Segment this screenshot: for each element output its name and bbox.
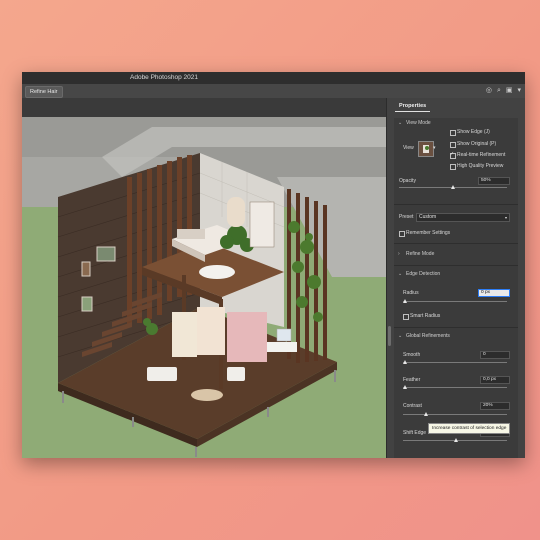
document-canvas[interactable] [22, 117, 386, 458]
view-mode-thumbnail[interactable] [418, 141, 434, 157]
show-edge-checkbox[interactable] [450, 130, 456, 136]
view-dropdown-arrow-icon[interactable]: ▾ [433, 145, 436, 152]
toolbar-icons: ◎ ⌕ ▣ ▾ [486, 86, 521, 96]
contrast-slider-thumb[interactable] [424, 412, 428, 416]
contrast-field[interactable]: 20% [480, 402, 510, 410]
opacity-label: Opacity [399, 178, 416, 184]
show-edge-label: Show Edge (J) [457, 129, 490, 135]
shift-edge-label: Shift Edge [403, 430, 427, 436]
high-quality-preview-checkbox[interactable] [450, 164, 456, 170]
radius-slider-track[interactable] [403, 301, 507, 302]
smooth-field[interactable]: 0 [480, 351, 510, 359]
tab-properties[interactable]: Properties [395, 101, 431, 112]
collapse-view-mode-icon[interactable]: ⌄ [398, 120, 402, 127]
smooth-slider-thumb[interactable] [403, 360, 407, 364]
feather-slider-thumb[interactable] [403, 385, 407, 389]
window-title: Adobe Photoshop 2021 [130, 74, 198, 81]
remember-settings-checkbox[interactable] [399, 231, 405, 237]
smart-radius-label: Smart Radius [410, 313, 441, 319]
chevron-down-icon: ▾ [504, 215, 507, 220]
view-label: View [403, 145, 414, 151]
contrast-tooltip: Increase contrast of selection edge [428, 423, 511, 434]
radius-field[interactable]: 0 px [478, 289, 510, 297]
preset-label: Preset [399, 214, 414, 220]
user-icon[interactable]: ◎ [486, 86, 492, 96]
radius-label: Radius [403, 290, 419, 296]
workspace-icon[interactable]: ▣ [506, 86, 513, 96]
divider [394, 204, 518, 205]
radius-slider-thumb[interactable] [403, 299, 407, 303]
high-quality-preview-label: High Quality Preview [457, 163, 504, 169]
contrast-slider-track[interactable] [403, 414, 507, 415]
panel-scrollbar[interactable] [388, 326, 391, 346]
chevron-down-icon[interactable]: ▾ [517, 86, 521, 96]
remember-settings-label: Remember Settings [406, 230, 451, 236]
refine-hair-button[interactable]: Refine Hair [25, 86, 63, 98]
smooth-slider-track[interactable] [403, 362, 507, 363]
feather-field[interactable]: 0,0 px [480, 376, 510, 384]
view-mode-heading: View Mode [406, 120, 431, 126]
edge-detection-heading[interactable]: Edge Detection [406, 271, 440, 278]
expand-refine-mode-icon[interactable]: › [398, 251, 400, 258]
real-time-refinement-checkbox[interactable] [450, 151, 456, 159]
global-refinements-heading[interactable]: Global Refinements [406, 333, 450, 340]
smooth-label: Smooth [403, 352, 421, 358]
preset-value: Custom [419, 214, 437, 220]
divider [394, 327, 518, 328]
feather-label: Feather [403, 377, 421, 383]
opacity-field[interactable]: 50% [478, 177, 510, 185]
title-bar: Adobe Photoshop 2021 [22, 72, 525, 84]
refine-mode-heading[interactable]: Refine Mode [406, 251, 434, 258]
collapse-global-refinements-icon[interactable]: ⌄ [398, 333, 402, 340]
shift-edge-slider-thumb[interactable] [454, 438, 458, 442]
search-icon[interactable]: ⌕ [497, 86, 501, 96]
smart-radius-checkbox[interactable] [403, 314, 409, 320]
divider [394, 243, 518, 244]
divider [394, 265, 518, 266]
feather-slider-track[interactable] [403, 387, 507, 388]
contrast-label: Contrast [403, 403, 422, 409]
options-bar: Refine Hair ◎ ⌕ ▣ ▾ [22, 84, 525, 99]
view-thumbnail-icon [419, 142, 433, 156]
real-time-refinement-label: Real-time Refinement [457, 152, 506, 158]
show-original-checkbox[interactable] [450, 142, 456, 148]
collapse-edge-detection-icon[interactable]: ⌄ [398, 271, 402, 278]
canvas-background [22, 98, 386, 117]
room-artwork [22, 117, 386, 457]
preset-select[interactable]: Custom ▾ [416, 213, 510, 222]
show-original-label: Show Original (P) [457, 141, 497, 147]
opacity-slider-thumb[interactable] [450, 185, 455, 189]
